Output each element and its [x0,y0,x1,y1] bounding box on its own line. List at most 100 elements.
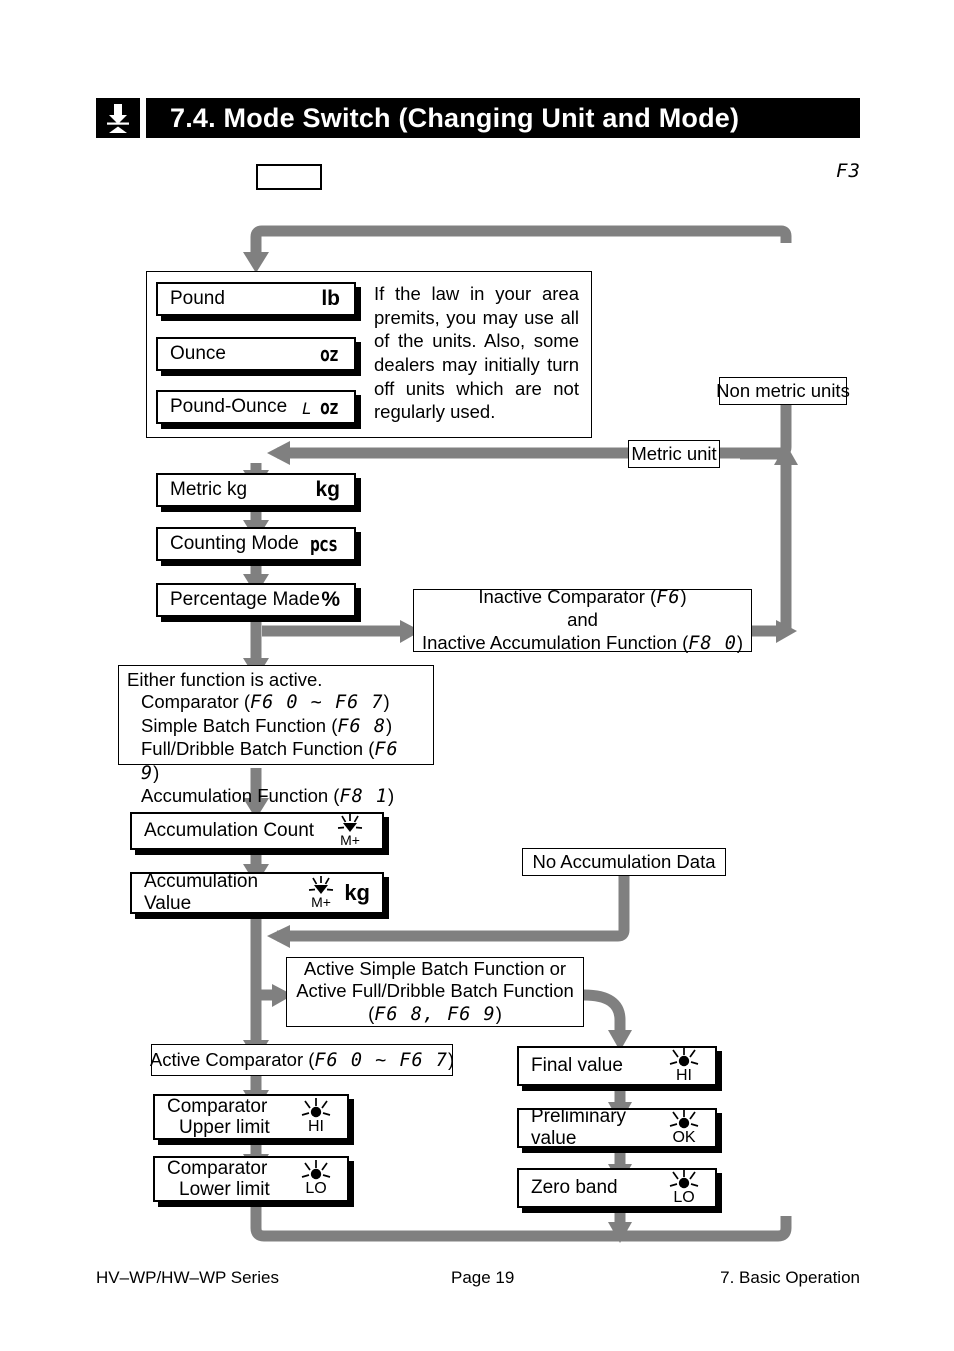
mode-symbol-kg: kg [315,478,340,501]
active-functions-title: Either function is active. [127,669,323,690]
label-no-accumulation-data: No Accumulation Data [522,848,726,876]
units-note: If the law in your area premits, you may… [374,282,579,424]
preliminary-value-label: Preliminary value [531,1106,627,1149]
footer-page-number: Page 19 [451,1268,515,1287]
svg-text:M+: M+ [340,832,360,848]
mode-row-percentage[interactable]: Percentage Made % [156,583,356,617]
unit-symbol-oz: oz [319,342,339,366]
row-zero-band[interactable]: Zero band LO [517,1168,717,1208]
footer-series: HV–WP/HW–WP Series [96,1268,279,1287]
active-full-dribble-label: Full/Dribble Batch Function ( [141,738,375,760]
row-accumulation-value[interactable]: Accumulation Value M+ kg [130,871,384,914]
active-accumulation-code: F8 1 [339,785,389,807]
comparator-upper-label: Comparator Upper limit [167,1096,270,1139]
comparator-upper-line1: Comparator [167,1095,268,1117]
inactive-accumulation-line: Inactive Accumulation Function (F8 0) [422,632,743,655]
active-accumulation-label: Accumulation Function ( [141,784,340,806]
mode-row-metric-kg[interactable]: Metric kg kg [156,473,356,507]
unit-symbol-lb-oz: L oz [302,395,340,420]
row-final-value[interactable]: Final value HI [517,1046,717,1086]
inactive-and-line: and [567,609,598,631]
unit-label-ounce: Ounce [170,343,226,364]
blink-ok-icon: OK [665,1109,703,1147]
comparator-lower-line2: Lower limit [179,1179,270,1200]
active-functions-list: Either function is active. Comparator (F… [118,665,434,807]
svg-text:OK: OK [672,1129,695,1146]
row-accumulation-count[interactable]: Accumulation Count M+ [130,812,384,850]
blink-hi-icon-final: HI [665,1047,703,1085]
label-non-metric-units: Non metric units [716,377,850,405]
comparator-upper-line2: Upper limit [179,1117,270,1138]
blink-m-plus-icon-2: M+ [301,876,341,910]
blink-lo-icon: LO [297,1160,335,1198]
units-note-line-5: off units which are not [374,377,579,399]
mode-label-counting: Counting Mode [170,533,299,554]
blink-m-plus-icon: M+ [330,814,370,848]
active-comparator-tail: ) [383,691,390,713]
active-comparator-box-label: Active Comparator ( [149,1049,315,1070]
accumulation-value-label: Accumulation Value [144,871,259,914]
accumulation-value-unit-kg: kg [344,880,370,905]
units-note-line-4: dealers may initially turn [374,354,579,376]
accumulation-value-indicator-group: M+ kg [301,876,370,910]
active-simple-batch-label: Simple Batch Function ( [141,714,338,736]
svg-text:LO: LO [673,1189,694,1206]
unit-symbol-lb: lb [321,287,340,310]
unit-symbol-prefix-l: L [301,398,313,418]
active-function-accumulation: Accumulation Function (F8 1) [127,785,425,808]
inactive-functions-box: Inactive Comparator (F6) and Inactive Ac… [413,586,752,655]
row-comparator-lower-limit[interactable]: Comparator Lower limit LO [153,1156,349,1202]
mode-symbol-pcs: pcs [309,532,338,556]
unit-label-pound: Pound [170,288,225,309]
label-metric-unit-text: Metric unit [631,443,717,464]
units-note-line-3: of the units. Also, some [374,330,579,352]
active-function-comparator: Comparator (F6 0 ~ F6 7) [127,691,425,714]
unit-row-ounce[interactable]: Ounce oz [156,337,356,371]
active-comparator-label: Comparator ( [141,691,250,713]
inactive-comparator-code: F6 [656,587,681,609]
final-value-label: Final value [531,1055,623,1076]
row-preliminary-value[interactable]: Preliminary value OK [517,1106,717,1149]
unit-symbol-oz-2: oz [319,394,339,419]
units-note-line-6: regularly used. [374,401,496,423]
svg-text:HI: HI [308,1118,324,1135]
unit-row-pound-ounce[interactable]: Pound-Ounce L oz [156,390,356,424]
inactive-accumulation-paren: ) [736,631,744,653]
batch-code-close: ) [495,1002,502,1024]
units-note-line-1: If the law in your area [374,283,579,304]
mode-label-percentage: Percentage Made [170,589,320,610]
inactive-comparator-paren: ) [680,586,687,608]
active-simple-batch-tail: ) [385,714,393,736]
batch-codes: F6 8, F6 9 [374,1003,496,1025]
mode-label-metric-kg: Metric kg [170,479,248,500]
active-simple-batch-code: F6 8 [337,715,386,737]
box-active-comparator: Active Comparator (F6 0 ~ F6 7) [149,1044,455,1076]
active-function-full-dribble: Full/Dribble Batch Function (F6 9) [127,738,425,785]
row-comparator-upper-limit[interactable]: Comparator Upper limit HI [153,1094,349,1140]
batch-line-2: Active Full/Dribble Batch Function [296,980,574,1002]
footer-chapter: 7. Basic Operation [720,1268,860,1287]
comparator-lower-label: Comparator Lower limit [167,1158,270,1201]
zero-band-label: Zero band [531,1177,618,1198]
blink-lo-icon-zero: LO [665,1169,703,1207]
mode-symbol-percent: % [321,588,340,611]
active-comparator-box-paren: ) [447,1049,455,1070]
units-note-line-2: premits, you may use all [374,306,579,328]
document-page: 7.4. Mode Switch (Changing Unit and Mode… [0,0,954,1351]
svg-text:LO: LO [305,1180,326,1197]
no-accumulation-data-text: No Accumulation Data [532,851,716,872]
accumulation-count-label: Accumulation Count [144,820,315,841]
unit-row-pound[interactable]: Pound lb [156,282,356,316]
blink-hi-icon: HI [297,1098,335,1136]
active-comparator-code: F6 0 ~ F6 7 [249,692,384,714]
label-non-metric-units-text: Non metric units [716,380,850,401]
active-batch-functions-box: Active Simple Batch Function or Active F… [286,957,584,1027]
active-full-dribble-tail: ) [153,761,160,783]
batch-line-3: (F6 8, F6 9) [368,1003,502,1026]
batch-line-1: Active Simple Batch Function or [303,958,567,980]
mode-row-counting[interactable]: Counting Mode pcs [156,527,356,561]
unit-label-pound-ounce: Pound-Ounce [170,396,288,417]
label-metric-unit: Metric unit [628,440,720,468]
comparator-lower-line1: Comparator [167,1157,268,1179]
inactive-accumulation-label: Inactive Accumulation Function ( [421,631,689,653]
